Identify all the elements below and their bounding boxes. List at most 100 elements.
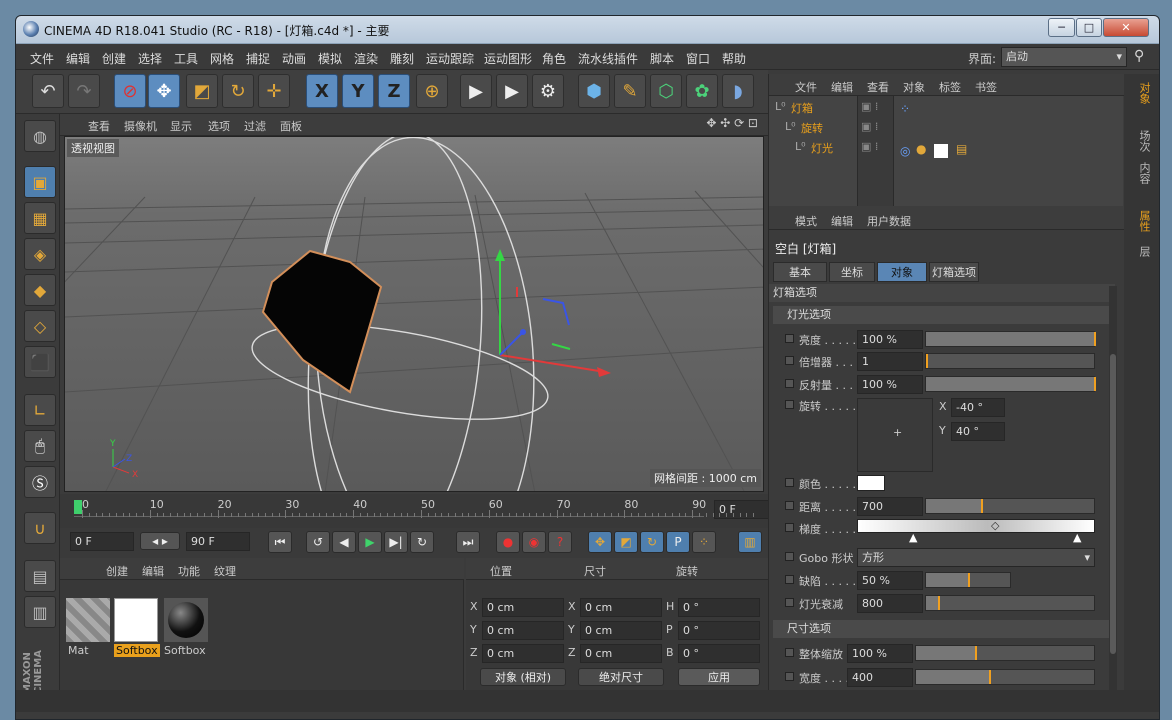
property-field[interactable]: 700 xyxy=(857,497,923,516)
color-swatch[interactable] xyxy=(857,475,885,491)
timeline[interactable]: 0 F 0 10 20 30 40 50 60 70 80 90 xyxy=(60,494,776,528)
property-slider[interactable] xyxy=(925,353,1095,369)
property-field[interactable]: 50 % xyxy=(857,571,923,590)
z-axis-lock-icon[interactable]: Z xyxy=(378,74,410,108)
property-field[interactable]: 100 % xyxy=(847,644,913,663)
grid-icon[interactable]: ▥ xyxy=(24,596,56,628)
attr-tab[interactable]: 基本 xyxy=(773,262,827,282)
size-field[interactable]: 0 cm xyxy=(580,598,662,617)
subdivision-icon[interactable]: ⬡ xyxy=(650,74,682,108)
animate-toggle[interactable] xyxy=(785,379,794,388)
scale-icon[interactable]: ◩ xyxy=(186,74,218,108)
keyframe-help-icon[interactable]: ? xyxy=(548,531,572,553)
rotation-field[interactable]: 0 ° xyxy=(678,644,760,663)
end-frame-field[interactable]: 90 F xyxy=(186,532,250,551)
position-field[interactable]: 0 cm xyxy=(482,644,564,663)
light-options-group[interactable]: 灯光选项 xyxy=(773,306,1111,324)
menu-item-11[interactable]: 运动跟踪 xyxy=(426,50,474,67)
axis-mode-icon[interactable]: ∟ xyxy=(24,394,56,426)
key-position-icon[interactable]: ✥ xyxy=(588,531,612,553)
make-editable-icon[interactable]: ◍ xyxy=(24,120,56,152)
property-field[interactable]: 400 xyxy=(847,668,913,687)
polygons-mode-icon[interactable]: ⬛ xyxy=(24,346,56,378)
grid-lock-icon[interactable]: ▤ xyxy=(24,560,56,592)
material-thumb-softbox[interactable] xyxy=(114,598,158,642)
viewport-nav-icons[interactable]: ✥ ✣ ⟳ ⊡ xyxy=(706,116,758,130)
move-icon[interactable]: ✥ xyxy=(148,74,180,108)
timeline-playhead[interactable] xyxy=(74,500,82,514)
material-menu-item[interactable]: 创建 xyxy=(106,563,128,579)
gradient-stop-icon[interactable]: ▲ xyxy=(1073,531,1081,544)
search-icon[interactable]: ⚲ xyxy=(1134,48,1144,64)
side-tab[interactable]: 场次 xyxy=(1130,130,1152,152)
auto-key-icon[interactable]: ◉ xyxy=(522,531,546,553)
property-slider[interactable] xyxy=(915,669,1095,685)
size-field[interactable]: 0 cm xyxy=(580,644,662,663)
menu-item-0[interactable]: 文件 xyxy=(30,50,54,67)
render-view-icon[interactable]: ▶ xyxy=(460,74,492,108)
attr-scrollbar-thumb[interactable] xyxy=(1110,354,1116,654)
visibility-toggle-icon[interactable]: ▣ ⁞ xyxy=(861,120,878,133)
viewport-menu-item[interactable]: 过滤 xyxy=(244,118,266,134)
menu-item-14[interactable]: 流水线 xyxy=(578,50,614,67)
record-icon[interactable]: ● xyxy=(496,531,520,553)
gradient-midpoint-icon[interactable]: ◇ xyxy=(991,519,999,532)
menu-item-15[interactable]: 插件 xyxy=(614,50,638,67)
object-name[interactable]: 灯箱 xyxy=(791,100,813,116)
viewport-menu-item[interactable]: 选项 xyxy=(208,118,230,134)
material-tag-icon[interactable] xyxy=(934,144,948,158)
animate-toggle[interactable] xyxy=(785,400,794,409)
rotate-icon[interactable]: ↻ xyxy=(222,74,254,108)
menu-item-8[interactable]: 模拟 xyxy=(318,50,342,67)
animate-toggle[interactable] xyxy=(785,523,794,532)
timeline-window-icon[interactable]: ▥ xyxy=(738,531,762,553)
tweak-mode-icon[interactable]: 🖱 xyxy=(24,430,56,462)
deformer-icon[interactable]: ◗ xyxy=(722,74,754,108)
go-end-icon[interactable]: ⏭ xyxy=(456,531,480,553)
object-name[interactable]: 旋转 xyxy=(801,120,823,136)
render-settings-icon[interactable]: ⚙ xyxy=(532,74,564,108)
live-select-icon[interactable]: ⊘ xyxy=(114,74,146,108)
undo-icon[interactable]: ↶ xyxy=(32,74,64,108)
material-thumb-softbox-2[interactable] xyxy=(164,598,208,642)
x-axis-lock-icon[interactable]: X xyxy=(306,74,338,108)
side-tab[interactable]: 内容 xyxy=(1130,162,1152,184)
animate-toggle[interactable] xyxy=(785,334,794,343)
size-mode-select[interactable]: 绝对尺寸 xyxy=(578,668,664,686)
next-frame-icon[interactable]: ▶| xyxy=(384,531,408,553)
attribute-menu-item[interactable]: 编辑 xyxy=(831,213,853,229)
pen-icon[interactable]: ✎ xyxy=(614,74,646,108)
property-slider[interactable] xyxy=(925,572,1011,588)
size-field[interactable]: 0 cm xyxy=(580,621,662,640)
object-menu-item[interactable]: 书签 xyxy=(975,79,997,95)
animate-toggle[interactable] xyxy=(785,575,794,584)
add-icon[interactable]: ✛ xyxy=(258,74,290,108)
minimize-button[interactable]: ─ xyxy=(1048,18,1075,37)
next-key-icon[interactable]: ↻ xyxy=(410,531,434,553)
gradient-bar[interactable] xyxy=(857,519,1095,533)
edges-mode-icon[interactable]: ◇ xyxy=(24,310,56,342)
gobo-select[interactable]: 方形 ▾ xyxy=(857,548,1095,567)
perspective-viewport[interactable]: Y Z X 透视视图 网格间距 : 1000 cm xyxy=(64,136,764,492)
prev-key-icon[interactable]: ↺ xyxy=(306,531,330,553)
cube-icon[interactable]: ⬢ xyxy=(578,74,610,108)
menu-item-16[interactable]: 脚本 xyxy=(650,50,674,67)
animate-toggle[interactable] xyxy=(785,501,794,510)
coord-mode-select[interactable]: 对象 (相对) xyxy=(480,668,566,686)
animate-toggle[interactable] xyxy=(785,648,794,657)
side-tab[interactable]: 对象 xyxy=(1130,82,1152,104)
close-button[interactable]: ✕ xyxy=(1103,18,1149,37)
target-tag-icon[interactable]: ◎ xyxy=(900,144,910,158)
render-tag-icon[interactable]: ▤ xyxy=(956,142,967,156)
menu-item-18[interactable]: 帮助 xyxy=(722,50,746,67)
start-frame-field[interactable]: 0 F xyxy=(70,532,134,551)
object-menu-item[interactable]: 对象 xyxy=(903,79,925,95)
menu-item-9[interactable]: 渲染 xyxy=(354,50,378,67)
property-field[interactable]: 800 xyxy=(857,594,923,613)
material-menu-item[interactable]: 纹理 xyxy=(214,563,236,579)
menu-item-5[interactable]: 网格 xyxy=(210,50,234,67)
position-field[interactable]: 0 cm xyxy=(482,621,564,640)
object-menu-item[interactable]: 标签 xyxy=(939,79,961,95)
display-tag-icon[interactable]: ● xyxy=(916,142,926,156)
material-menu-item[interactable]: 功能 xyxy=(178,563,200,579)
